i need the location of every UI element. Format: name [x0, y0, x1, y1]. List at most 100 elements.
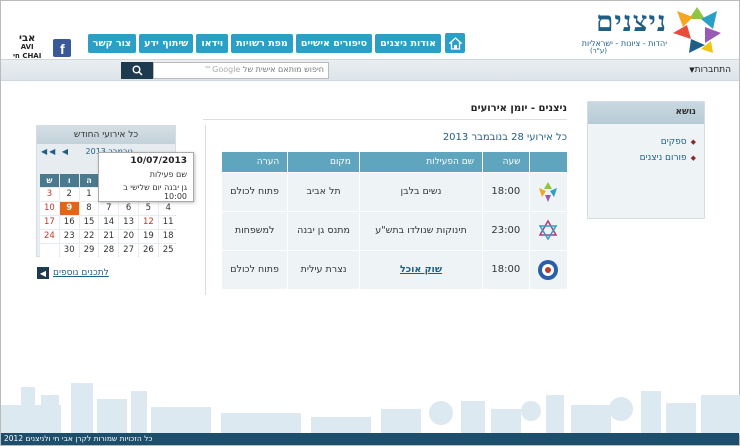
table-header-row: שעה שם הפעילות מקום הערה	[220, 152, 567, 172]
calendar-day[interactable]: 24	[40, 230, 59, 243]
search-placeholder: חיפוש מותאם אישית של	[242, 65, 324, 74]
event-time: 23:00	[482, 210, 529, 250]
logo-star-icon	[673, 7, 721, 53]
calendar-day[interactable]: 3	[40, 188, 59, 201]
calendar-day[interactable]: 4	[158, 202, 178, 215]
calendar-day[interactable]: 29	[79, 244, 99, 257]
connect-label: התחברות	[694, 65, 731, 75]
calendar-day[interactable]: 30	[59, 244, 79, 257]
event-name-link[interactable]: שוק אוכל	[358, 249, 483, 289]
calendar-day[interactable]: 9	[59, 202, 79, 215]
event-place: נצרת עילית	[287, 249, 360, 289]
calendar-prev-arrows-icon[interactable]: ◀◀ ◀	[41, 147, 70, 156]
sidebar-item-forum[interactable]: ◆פורום ניצנים	[588, 150, 704, 166]
event-tooltip: 10/07/2013 שם פעילות גן יבנה יום שלישי ב…	[98, 152, 194, 202]
calendar-day	[40, 244, 59, 257]
calendar-day[interactable]: 21	[99, 230, 119, 243]
facebook-icon[interactable]: f	[53, 38, 72, 57]
footer: כל הזכויות שמורות לקרן אבי חי ולניצנים 2…	[1, 433, 739, 445]
calendar-day[interactable]: 8	[79, 202, 99, 215]
col-place: מקום	[287, 152, 360, 172]
calendar-day[interactable]: 11	[158, 216, 178, 229]
calendar-header[interactable]: כל אירועי החודש	[37, 126, 175, 144]
social-links: אבי AVI חי CHAI f	[13, 34, 72, 61]
event-place: תל אביב	[287, 171, 360, 211]
nav-about[interactable]: אודות ניצנים	[375, 34, 441, 53]
more-content-label: לתכנים נוספים	[53, 268, 109, 278]
calendar-day[interactable]: 16	[59, 216, 79, 229]
sidebar-header: נושא	[588, 102, 704, 124]
event-name: תינוקות שנולדו בתש"ע	[358, 210, 483, 250]
connect-menu[interactable]: התחברות▼	[686, 65, 731, 75]
col-note: הערה	[220, 152, 288, 172]
search-button[interactable]	[121, 62, 153, 79]
main-nav: אודות ניצנים סיפורים אישיים מפת רשויות ו…	[87, 34, 441, 53]
calendar-day-header: ו	[59, 174, 79, 187]
calendar-day[interactable]: 17	[40, 216, 59, 229]
nav-video[interactable]: וידאו	[196, 34, 229, 53]
col-activity: שם הפעילות	[358, 152, 483, 172]
event-note: פתוח לכולם	[220, 171, 288, 211]
skyline-decoration	[1, 383, 740, 435]
calendar-day[interactable]: 26	[138, 244, 158, 257]
event-logo-icon	[535, 257, 561, 283]
topic-sidebar: נושא ◆ספקים ◆פורום ניצנים	[587, 101, 705, 219]
event-time: 18:00	[482, 171, 529, 211]
nav-contact[interactable]: צור קשר	[87, 34, 137, 53]
avichai-latin-top: AVI	[20, 43, 34, 51]
footer-copyright: כל הזכויות שמורות לקרן אבי חי ולניצנים 2…	[4, 434, 153, 443]
home-button[interactable]	[445, 33, 465, 53]
nav-map[interactable]: מפת רשויות	[231, 34, 293, 53]
avichai-logo[interactable]: אבי AVI חי CHAI	[13, 34, 41, 61]
diamond-icon: ◆	[690, 138, 696, 146]
calendar-day[interactable]: 13	[119, 216, 138, 229]
search-input[interactable]: חיפוש מותאם אישית של Google™	[153, 62, 329, 79]
calendar-day[interactable]: 5	[138, 202, 158, 215]
column-divider	[205, 125, 206, 295]
calendar-day[interactable]: 12	[138, 216, 158, 229]
events-subtitle: כל אירועי 28 בנובמבר 2013	[442, 132, 567, 143]
calendar-day[interactable]: 7	[99, 202, 119, 215]
sidebar-item-label: פורום ניצנים	[639, 153, 687, 163]
title-divider	[203, 119, 567, 120]
calendar-day[interactable]: 22	[79, 230, 99, 243]
tooltip-activity: שם פעילות	[149, 170, 187, 179]
events-table: שעה שם הפעילות מקום הערה 18:00 נשים בלבן…	[220, 152, 567, 289]
calendar-day[interactable]: 27	[119, 244, 138, 257]
event-name: נשים בלבן	[358, 171, 483, 211]
calendar-day[interactable]: 19	[138, 230, 158, 243]
nav-stories[interactable]: סיפורים אישיים	[295, 34, 373, 53]
calendar-day[interactable]: 10	[40, 202, 59, 215]
sidebar-item-suppliers[interactable]: ◆ספקים	[588, 134, 704, 150]
diamond-icon: ◆	[690, 154, 696, 162]
brand-tagline-reg: (ע"ר)	[589, 47, 607, 55]
calendar-day-header: ה	[79, 174, 99, 187]
calendar-day-header: ש	[40, 174, 59, 187]
calendar-day[interactable]: 20	[119, 230, 138, 243]
calendar-day[interactable]: 1	[79, 188, 99, 201]
site-logo[interactable]: ניצנים יהדות - ציונות - ישראליות (ע"ר)	[545, 3, 725, 57]
calendar-day[interactable]: 6	[119, 202, 138, 215]
arrow-left-icon: ◀	[37, 267, 49, 279]
tooltip-date: 10/07/2013	[130, 156, 187, 166]
event-link[interactable]: שוק אוכל	[400, 264, 442, 275]
search-bar: חיפוש מותאם אישית של Google™ התחברות▼	[1, 59, 739, 81]
calendar-day[interactable]: 14	[99, 216, 119, 229]
event-note: למשפחות	[220, 210, 288, 250]
search-icon	[132, 65, 143, 76]
calendar-day[interactable]: 28	[99, 244, 119, 257]
calendar-day[interactable]: 2	[59, 188, 79, 201]
google-label: Google™	[204, 65, 241, 74]
page-title: ניצנים - יומן אירועים	[470, 103, 567, 114]
col-time: שעה	[482, 152, 529, 172]
tooltip-detail: גן יבנה יום שלישי ב 10:00	[123, 183, 187, 201]
event-time: 18:00	[482, 249, 529, 289]
calendar-day[interactable]: 25	[158, 244, 178, 257]
calendar-day[interactable]: 23	[59, 230, 79, 243]
home-icon	[448, 36, 462, 50]
calendar-day[interactable]: 18	[158, 230, 178, 243]
calendar-day[interactable]: 15	[79, 216, 99, 229]
more-content-link[interactable]: ◀ לתכנים נוספים	[37, 267, 109, 279]
brand-name: ניצנים	[595, 5, 667, 38]
nav-knowledge[interactable]: שיתוף ידע	[139, 34, 194, 53]
